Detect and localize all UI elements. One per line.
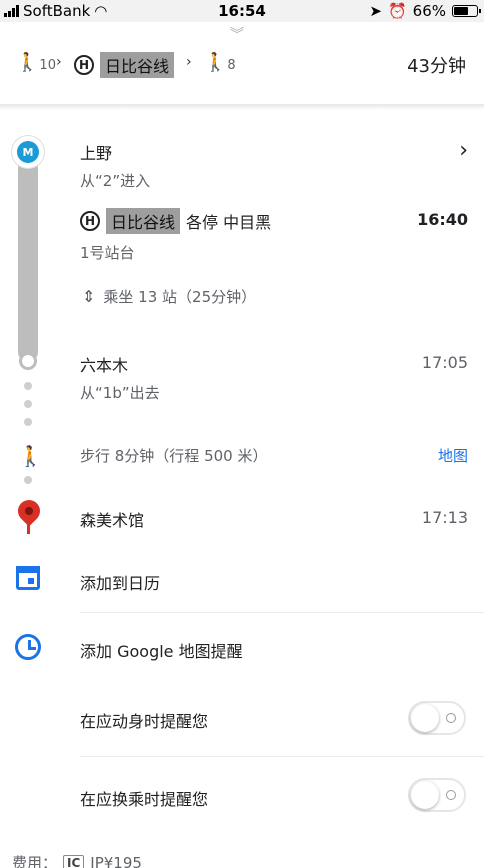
add-to-calendar[interactable]: 添加到日历 [80, 570, 160, 594]
walk-step-1: 🚶 10 [16, 52, 56, 73]
add-reminder[interactable]: 添加 Google 地图提醒 [80, 638, 243, 662]
walk-dot [24, 418, 32, 426]
metro-logo-icon: M [17, 141, 39, 163]
destination-pin-stem [27, 520, 30, 534]
toggle-knob [411, 781, 439, 809]
remind-depart-label: 在应动身时提醒您 [80, 712, 209, 731]
walk-icon: 🚶 [204, 52, 227, 73]
fare-amount: JP¥195 [90, 853, 142, 868]
walk-minutes-2: 8 [227, 58, 236, 73]
walk-info: 步行 8分钟（行程 500 米） [80, 447, 268, 465]
walk-dot [24, 476, 32, 484]
start-station-name[interactable]: 上野 [80, 140, 112, 164]
toggle-off-icon [446, 790, 456, 800]
transit-step: H 日比谷线 [74, 52, 175, 78]
divider [80, 756, 484, 757]
calendar-icon[interactable] [16, 566, 40, 590]
toggle-off-icon [446, 713, 456, 723]
line-tag: 日比谷线 [100, 52, 175, 78]
battery-percent: 66% [412, 2, 446, 20]
status-right: ➤ ⏰ 66% [369, 2, 481, 20]
end-exit: 从“1b”出去 [80, 384, 160, 402]
chevron-right-icon[interactable]: › [459, 138, 468, 163]
location-icon: ➤ [369, 2, 382, 20]
walk-step-2: 🚶 8 [204, 52, 236, 73]
remind-depart-toggle[interactable] [408, 701, 466, 735]
ride-info: 乘坐 13 站（25分钟） [103, 288, 257, 306]
route-summary[interactable]: 🚶 10 › H 日比谷线 › 🚶 8 43分钟 [0, 34, 484, 104]
destination-name: 森美术馆 [80, 511, 145, 530]
toggle-knob [411, 704, 439, 732]
fare-label: 费用： [12, 854, 58, 868]
chevron-right-icon: › [186, 54, 192, 70]
remind-transfer-toggle[interactable] [408, 778, 466, 812]
transit-line-bar [18, 150, 38, 362]
fare-row: 费用： IC JP¥195 [12, 852, 142, 868]
route-duration: 43分钟 [407, 56, 466, 77]
alarm-status-icon: ⏰ [387, 2, 407, 20]
walk-dot [24, 382, 32, 390]
platform-label: 1号站台 [80, 244, 135, 262]
chevron-right-icon: › [56, 54, 62, 70]
header-shadow [0, 104, 484, 110]
line-tag: 日比谷线 [106, 208, 181, 234]
walk-dot [24, 400, 32, 408]
alarm-icon[interactable] [15, 634, 41, 660]
start-entrance: 从“2”进入 [80, 172, 151, 190]
line-badge-icon: H [74, 55, 94, 75]
destination-time: 17:13 [421, 508, 468, 527]
end-station-marker [19, 352, 37, 370]
end-station-name: 六本木 [80, 356, 129, 375]
walk-minutes-1: 10 [39, 58, 56, 73]
line-badge-icon: H [80, 211, 100, 231]
divider [80, 612, 484, 613]
start-station-marker: M [12, 136, 44, 168]
line-direction: 各停 中目黑 [186, 213, 272, 232]
battery-icon [452, 5, 481, 17]
ic-card-icon: IC [63, 854, 85, 868]
status-bar: SoftBank ◠ 16:54 ➤ ⏰ 66% [0, 0, 484, 22]
ride-info-row[interactable]: ⇕ 乘坐 13 站（25分钟） [82, 286, 256, 307]
battery-fill [454, 7, 468, 15]
map-link[interactable]: 地图 [438, 445, 468, 466]
walk-icon: 🚶 [18, 444, 43, 468]
depart-time: 16:40 [417, 210, 468, 229]
arrive-time: 17:05 [421, 353, 468, 372]
remind-transfer-label: 在应换乘时提醒您 [80, 790, 209, 809]
transit-line-row[interactable]: H 日比谷线 各停 中目黑 [80, 208, 271, 234]
walk-icon: 🚶 [16, 52, 39, 73]
expand-icon: ⇕ [82, 287, 96, 306]
